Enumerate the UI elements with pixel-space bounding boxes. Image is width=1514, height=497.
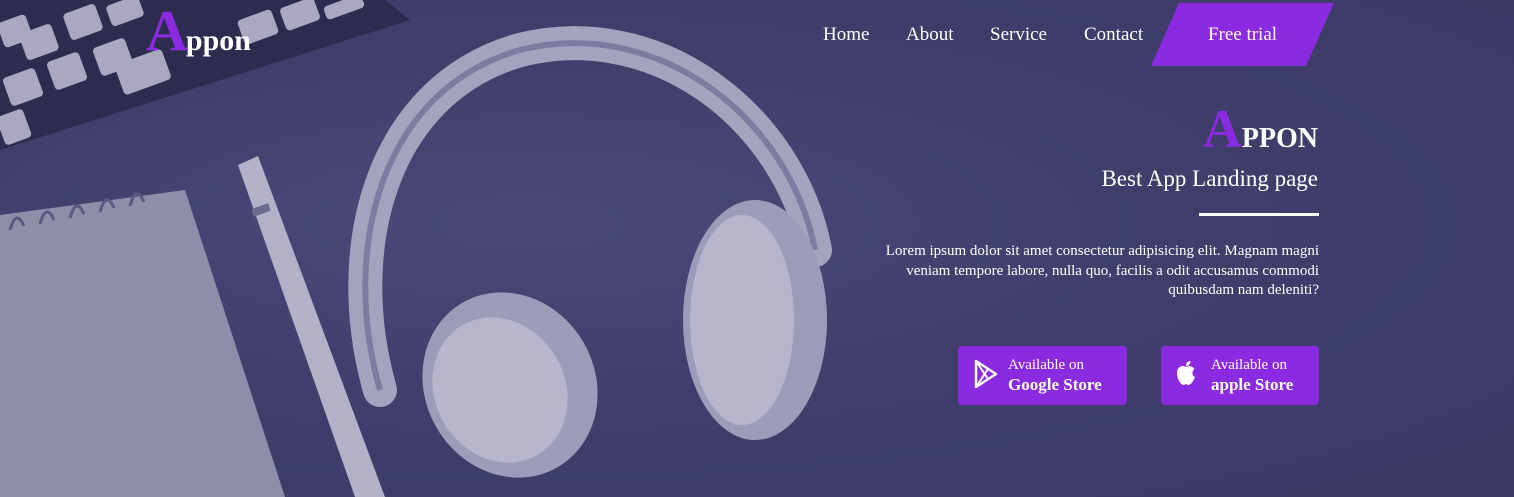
apple-icon: [1177, 361, 1195, 385]
hero-description: Lorem ipsum dolor sit amet consectetur a…: [885, 243, 1319, 298]
site-logo[interactable]: Appon: [146, 2, 251, 60]
play-store-icon: [974, 360, 998, 388]
hero-tagline: Best App Landing page: [1101, 166, 1318, 191]
hero-divider: [1199, 213, 1319, 216]
brand-initial: A: [1202, 99, 1242, 159]
nav-about-link[interactable]: About: [906, 24, 954, 46]
logo-initial: A: [146, 0, 188, 63]
headphones-graphic: [348, 26, 832, 478]
nav-home-link[interactable]: Home: [823, 24, 869, 46]
notebook-graphic: [0, 190, 285, 497]
nav-service-link[interactable]: Service: [990, 24, 1047, 46]
google-store-small-label: Available on: [1008, 357, 1084, 373]
apple-store-big-label: apple Store: [1211, 375, 1294, 394]
apple-store-small-label: Available on: [1211, 357, 1287, 373]
brand-text: PPON: [1241, 123, 1318, 154]
free-trial-label: Free trial: [1207, 24, 1278, 45]
nav-contact-link[interactable]: Contact: [1084, 24, 1143, 46]
google-store-button[interactable]: Available on Google Store: [958, 346, 1127, 405]
google-store-big-label: Google Store: [1008, 375, 1102, 394]
free-trial-button[interactable]: Free trial: [1151, 3, 1334, 66]
logo-text: ppon: [185, 24, 251, 57]
hero-brand-title: APPON: [1203, 102, 1318, 156]
apple-store-button[interactable]: Available on apple Store: [1161, 346, 1319, 405]
